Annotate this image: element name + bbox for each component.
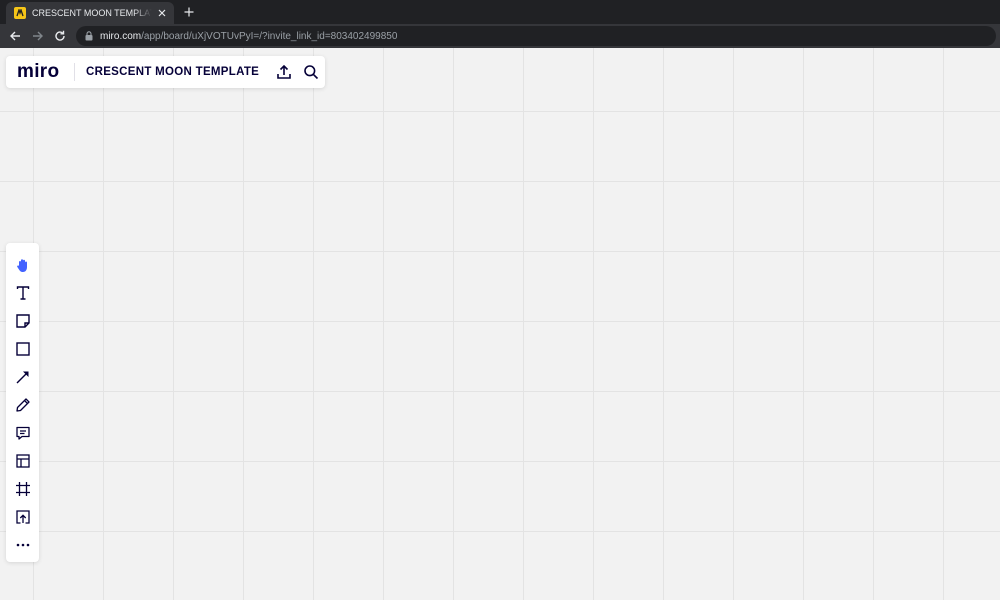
address-bar[interactable]: miro.com/app/board/uXjVOTUvPyI=/?invite_…	[76, 26, 996, 46]
text-tool-icon[interactable]	[10, 280, 35, 305]
new-tab-icon[interactable]	[180, 4, 198, 20]
hand-tool-icon[interactable]	[10, 252, 35, 277]
crop-frame-icon[interactable]	[10, 476, 35, 501]
url-host: miro.com	[100, 30, 142, 42]
reload-icon[interactable]	[52, 28, 68, 44]
browser-tab-bar: CRESCENT MOON TEMPLATE, Online Whiteboar…	[0, 0, 1000, 24]
comment-icon[interactable]	[10, 420, 35, 445]
browser-nav-bar: miro.com/app/board/uXjVOTUvPyI=/?invite_…	[0, 24, 1000, 48]
tab-title: CRESCENT MOON TEMPLATE, Online Whiteboar…	[32, 8, 152, 18]
export-upload-icon[interactable]	[272, 60, 296, 84]
forward-icon[interactable]	[30, 28, 46, 44]
upload-icon[interactable]	[10, 504, 35, 529]
shape-square-icon[interactable]	[10, 336, 35, 361]
browser-tab[interactable]: CRESCENT MOON TEMPLATE, Online Whiteboar…	[6, 2, 174, 24]
url-text: miro.com/app/board/uXjVOTUvPyI=/?invite_…	[100, 31, 397, 42]
board-title[interactable]: CRESCENT MOON TEMPLATE	[75, 66, 269, 78]
board-canvas[interactable]	[0, 48, 1000, 600]
miro-logo[interactable]: miro	[6, 61, 74, 83]
connection-arrow-icon[interactable]	[10, 364, 35, 389]
more-tools-icon[interactable]	[10, 532, 35, 557]
search-icon[interactable]	[299, 60, 323, 84]
back-icon[interactable]	[7, 28, 23, 44]
creation-toolbar	[6, 243, 39, 562]
pen-icon[interactable]	[10, 392, 35, 417]
frame-template-icon[interactable]	[10, 448, 35, 473]
lock-icon[interactable]	[84, 31, 94, 41]
url-path: /app/board/uXjVOTUvPyI=/?invite_link_id=…	[141, 30, 398, 42]
sticky-note-icon[interactable]	[10, 308, 35, 333]
board-header-panel: miro CRESCENT MOON TEMPLATE	[6, 56, 325, 88]
miro-favicon-icon	[14, 7, 26, 19]
close-tab-icon[interactable]	[156, 7, 168, 19]
